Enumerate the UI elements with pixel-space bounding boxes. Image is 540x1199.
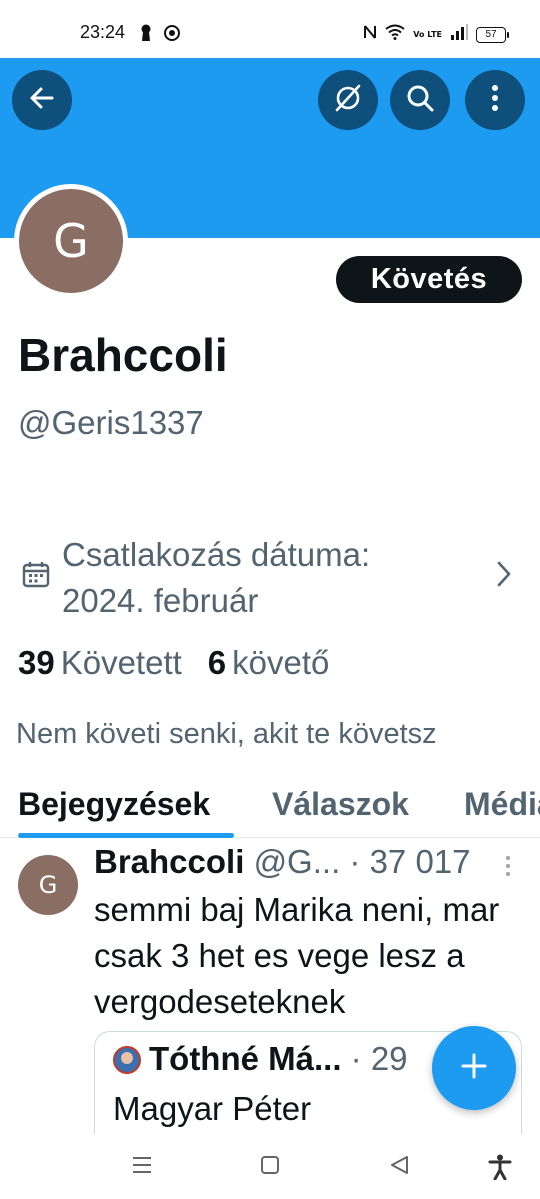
chevron-right-icon <box>496 560 512 593</box>
quote-text: Magyar Péter <box>113 1090 312 1127</box>
calendar-icon <box>22 560 50 593</box>
following-count: 39 <box>18 644 55 681</box>
tab-replies[interactable]: Válaszok <box>272 786 409 823</box>
following-stat[interactable]: 39 Követett <box>18 644 182 682</box>
grok-icon <box>333 83 363 118</box>
keyhole-icon <box>140 24 152 47</box>
status-right-icons: Vo LTE 57 <box>363 24 509 45</box>
back-arrow-icon <box>28 84 56 117</box>
post-avatar[interactable]: G <box>18 855 78 915</box>
more-vertical-icon <box>491 84 499 117</box>
quote-avatar <box>113 1046 141 1074</box>
search-button[interactable] <box>390 70 450 130</box>
tab-posts[interactable]: Bejegyzések <box>18 786 210 823</box>
home-icon[interactable] <box>259 1154 281 1181</box>
followers-stat[interactable]: 6 követő <box>208 644 330 682</box>
joined-date-row[interactable]: Csatlakozás dátuma: 2024. február <box>18 530 522 622</box>
battery-icon: 57 <box>476 26 509 43</box>
profile-avatar[interactable]: G <box>14 184 128 298</box>
wifi-icon <box>385 24 405 45</box>
post-header: Brahccoli @G... · 37 017 <box>94 843 471 881</box>
joined-date-text: Csatlakozás dátuma: 2024. február <box>62 536 371 619</box>
accessibility-icon[interactable] <box>488 1154 512 1185</box>
following-label: Követett <box>60 644 182 681</box>
post-author-name[interactable]: Brahccoli <box>94 843 244 880</box>
plus-icon <box>459 1051 489 1086</box>
grok-button[interactable] <box>318 70 378 130</box>
followers-count: 6 <box>207 644 227 681</box>
post-more-icon[interactable] <box>505 855 511 882</box>
post-text: semmi baj Marika neni, mar csak 3 het es… <box>94 891 500 1020</box>
status-left-icons <box>140 24 180 47</box>
post-views: · 37 017 <box>349 843 471 880</box>
quote-header: Tóthné Má... · 29 <box>149 1040 408 1078</box>
nfc-icon <box>363 24 377 45</box>
follow-stats: 39 Követett 6 követő <box>18 644 329 682</box>
quote-meta: · 29 <box>350 1040 408 1077</box>
signal-icon <box>450 24 468 45</box>
system-nav-bar <box>0 1134 540 1199</box>
quote-author-name: Tóthné Má... <box>149 1040 342 1077</box>
more-options-button[interactable] <box>465 70 525 130</box>
status-bar: 23:24 Vo LTE 57 <box>0 0 540 58</box>
back-triangle-icon[interactable] <box>388 1154 410 1181</box>
user-handle: @Geris1337 <box>18 404 204 441</box>
display-name: Brahccoli <box>18 329 228 381</box>
mutual-followers-note: Nem követi senki, akit te követsz <box>16 718 437 750</box>
tab-media[interactable]: Média <box>464 786 540 823</box>
post-author-handle: @G... <box>253 843 341 880</box>
search-icon <box>405 83 435 118</box>
volte-icon: Vo LTE <box>413 29 442 39</box>
status-time: 23:24 <box>80 22 126 42</box>
back-button[interactable] <box>12 70 72 130</box>
profile-tabs: Bejegyzések Válaszok Média <box>0 772 540 838</box>
compose-fab[interactable] <box>432 1026 516 1110</box>
chrome-icon <box>164 25 180 46</box>
followers-label: követő <box>232 644 330 681</box>
follow-button[interactable]: Követés <box>336 256 522 303</box>
recents-icon[interactable] <box>131 1154 153 1181</box>
active-tab-indicator <box>18 833 234 838</box>
